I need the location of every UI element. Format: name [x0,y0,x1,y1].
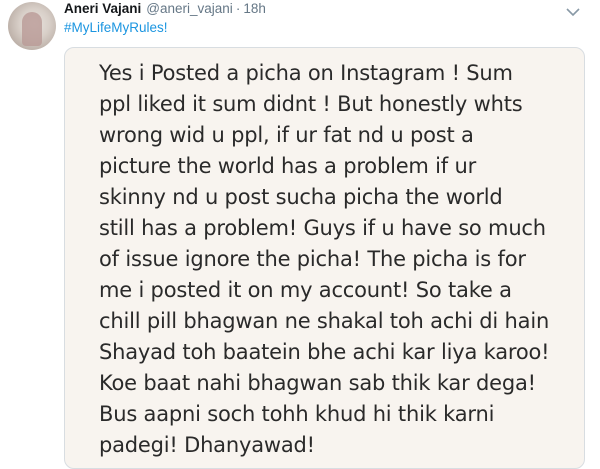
note-line: wrong wid u ppl, if ur fat nd u post a [99,123,474,147]
tweet-card: Aneri Vajani @aneri_vajani · 18h #MyLife… [0,0,600,469]
note-line: of issue ignore the picha! The picha is … [99,247,526,271]
note-line: me i posted it on my account! So take a [99,278,512,302]
avatar[interactable] [8,2,56,50]
user-handle[interactable]: @aneri_vajani [146,1,233,16]
chevron-down-icon[interactable] [566,4,580,17]
timestamp[interactable]: 18h [243,1,266,16]
note-line: ppl liked it sum didnt ! But honestly wh… [99,92,523,116]
display-name[interactable]: Aneri Vajani [64,1,141,16]
note-line: Koe baat nahi bhagwan sab thik kar dega! [99,371,536,395]
separator: · [235,1,241,16]
note-line: skinny nd u post sucha picha the world [99,185,503,209]
image-note-text: Yes i Posted a picha on Instagram ! Sum … [65,48,584,461]
note-line: Shayad toh baatein bhe achi kar liya kar… [99,340,550,364]
note-line: padegi! Dhanyawad! [99,433,315,457]
note-line: still has a problem! Guys if u have so m… [99,216,546,240]
tweet-image[interactable]: Yes i Posted a picha on Instagram ! Sum … [64,47,585,469]
note-line: Bus aapni soch tohh khud hi thik karni [99,402,495,426]
note-line: Yes i Posted a picha on Instagram ! Sum [99,61,513,85]
note-line: chill pill bhagwan ne shakal toh achi di… [99,309,550,333]
hashtag-link[interactable]: #MyLifeMyRules! [64,20,168,35]
note-line: picture the world has a problem if ur [99,154,477,178]
tweet-header: Aneri Vajani @aneri_vajani · 18h [64,1,266,19]
avatar-photo [22,12,42,46]
